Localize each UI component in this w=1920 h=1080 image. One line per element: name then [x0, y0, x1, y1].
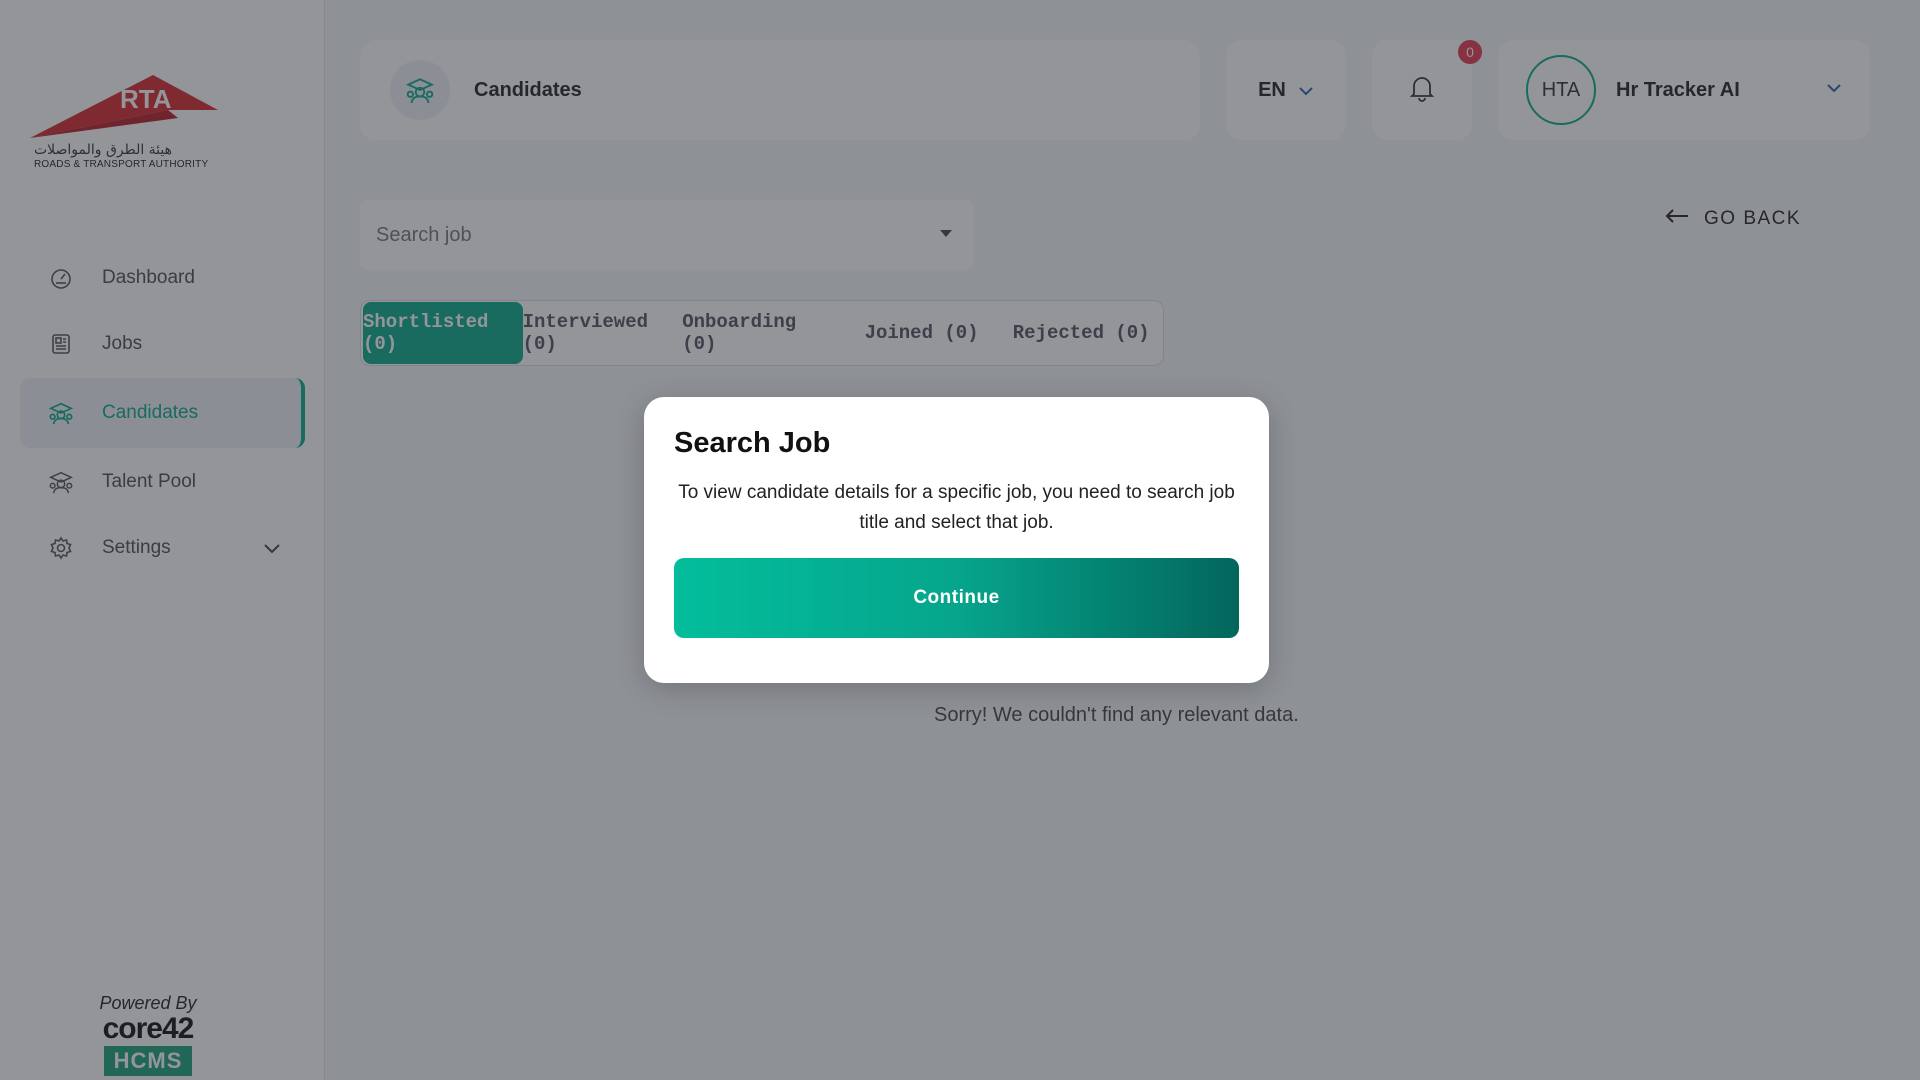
modal-title: Search Job	[674, 427, 831, 459]
modal-message: To view candidate details for a specific…	[678, 482, 1235, 533]
continue-button[interactable]: Continue	[674, 558, 1239, 638]
search-job-modal: Search Job To view candidate details for…	[644, 397, 1269, 683]
